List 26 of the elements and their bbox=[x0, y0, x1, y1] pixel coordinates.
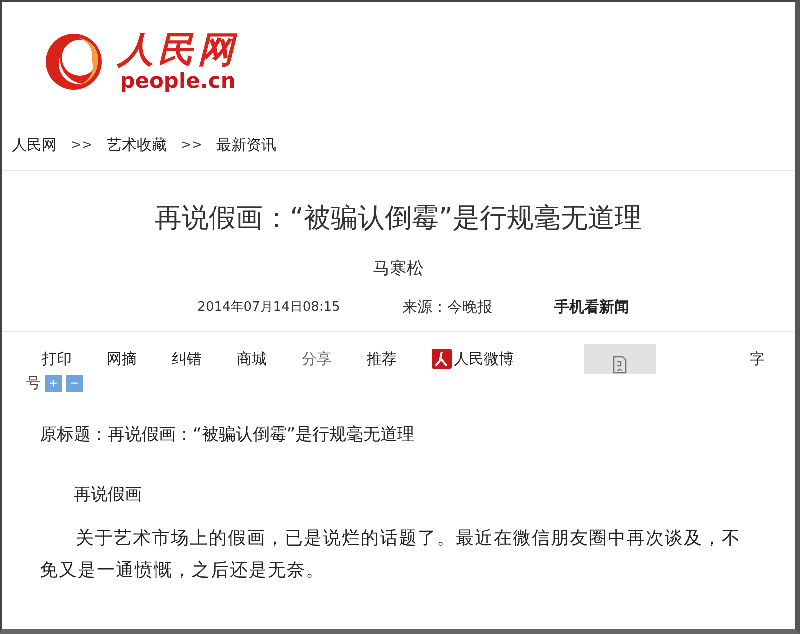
breadcrumb-link[interactable]: 艺术收藏 bbox=[106, 136, 167, 154]
subheading: 再说假画 bbox=[73, 484, 143, 507]
weibo-icon bbox=[432, 349, 452, 369]
article-source: 来源：今晚报 bbox=[402, 298, 492, 317]
article-title: 再说假画：“被骗认倒霉”是行规毫无道理 bbox=[154, 202, 643, 236]
toolbar-link[interactable]: 打印 bbox=[42, 350, 72, 368]
breadcrumb-link[interactable]: 最新资讯 bbox=[216, 136, 277, 154]
font-size-label: 号 bbox=[26, 374, 41, 393]
logo-wordmark: 人民网 bbox=[118, 30, 238, 70]
toolbar-link[interactable]: 纠错 bbox=[172, 350, 202, 368]
breadcrumb-separator: >> bbox=[180, 138, 203, 152]
toolbar-link[interactable]: 商城 bbox=[237, 350, 267, 368]
logo-domain: people.cn bbox=[120, 70, 236, 92]
publish-date: 2014年07月14日08:15 bbox=[198, 299, 340, 317]
toolbar-link[interactable]: 网摘 bbox=[107, 350, 137, 368]
original-title: 原标题：再说假画：“被骗认倒霉”是行规毫无道理 bbox=[40, 424, 416, 447]
breadcrumb-link[interactable]: 人民网 bbox=[12, 136, 57, 154]
toolbar-link[interactable]: 分享 bbox=[302, 350, 332, 368]
weibo-link[interactable]: 人民微博 bbox=[432, 349, 514, 369]
broken-image-icon bbox=[612, 356, 628, 374]
mobile-news-link[interactable]: 手机看新闻 bbox=[554, 298, 630, 317]
breadcrumb-separator: >> bbox=[71, 138, 93, 152]
font-size-label: 字 bbox=[750, 350, 765, 368]
paragraph: 关于艺术市场上的假画，已是说烂的话题了。最近在微信朋友圈中再次谈及，不免又是一通愤慨，之后还是无奈。 bbox=[40, 527, 742, 583]
toolbar-link[interactable]: 推荐 bbox=[367, 350, 397, 368]
article-author: 马寒松 bbox=[372, 258, 425, 280]
